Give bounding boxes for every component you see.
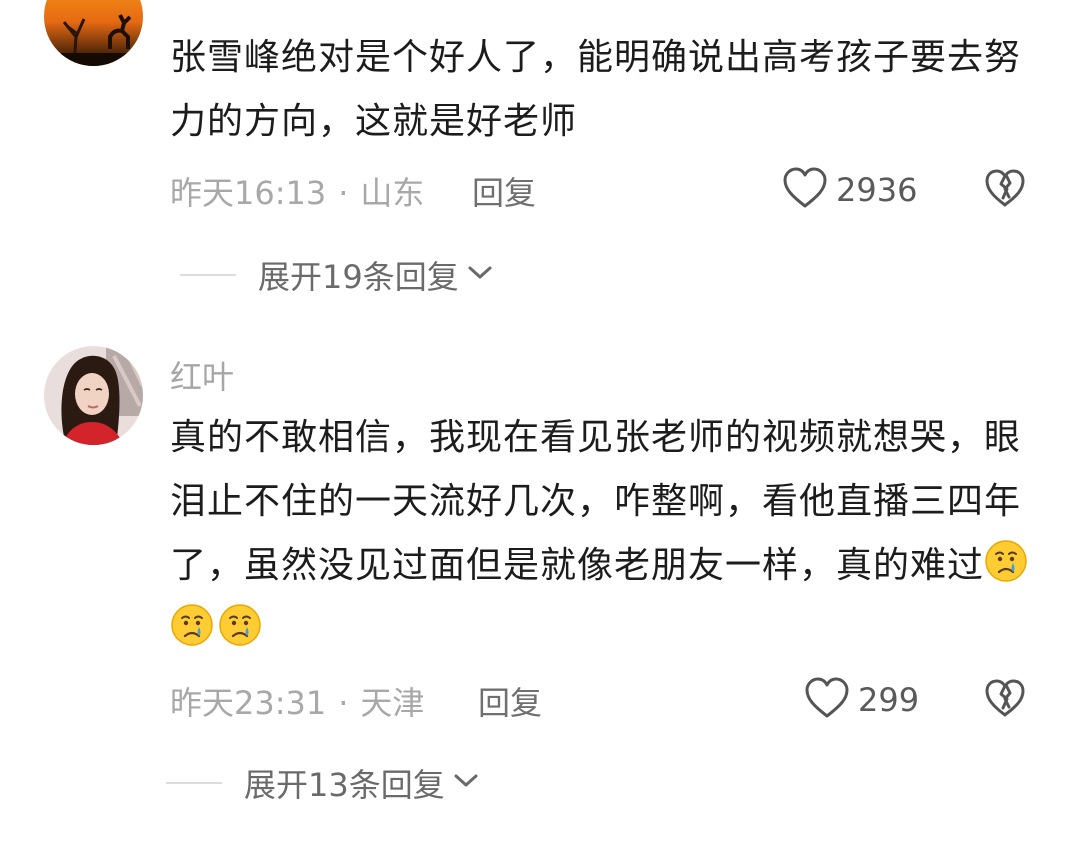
expand-replies-label: 展开13条回复 [244,766,445,804]
comment-location: 山东 [360,174,425,212]
username[interactable]: 红叶 [170,352,234,398]
divider-line [180,274,236,276]
comment-time: 昨天23:31 [170,684,327,722]
crying-face-emoji [984,539,1028,583]
heart-outline-icon [782,166,828,214]
reply-button[interactable]: 回复 [478,678,542,724]
comment-meta: 昨天16:13 · 山东 [170,168,424,214]
expand-replies-button[interactable]: 展开13条回复 [166,760,479,806]
broken-heart-icon [984,679,1026,722]
crying-face-emoji [170,603,214,647]
comment-time: 昨天16:13 [170,174,327,212]
divider-line [166,782,222,784]
comment-item: 张雪峰绝对是个好人了，能明确说出高考孩子要去努力的方向，这就是好老师 昨天16:… [0,0,1080,320]
chevron-down-icon [453,772,479,794]
like-count: 299 [858,681,920,719]
avatar[interactable] [44,346,143,445]
comment-location: 天津 [360,684,425,722]
expand-replies-label: 展开19条回复 [258,258,459,296]
like-button[interactable]: 2936 [782,166,917,214]
like-button[interactable]: 299 [804,676,919,724]
expand-replies-button[interactable]: 展开19条回复 [180,252,493,298]
comment-text: 张雪峰绝对是个好人了，能明确说出高考孩子要去努力的方向，这就是好老师 [170,26,1040,154]
comment-text-content: 张雪峰绝对是个好人了，能明确说出高考孩子要去努力的方向，这就是好老师 [170,37,1022,142]
comment-meta: 昨天23:31 · 天津 [170,678,424,724]
heart-outline-icon [804,676,850,724]
comment-item: 红叶 真的不敢相信，我现在看见张老师的视频就想哭，眼泪止不住的一天流好几次，咋整… [0,320,1080,847]
meta-separator: · [338,684,349,722]
crying-face-emoji [218,603,262,647]
like-count: 2936 [836,171,918,209]
dislike-button[interactable] [984,678,1026,722]
chevron-down-icon [467,264,493,286]
meta-separator: · [338,174,349,212]
comment-text-content: 真的不敢相信，我现在看见张老师的视频就想哭，眼泪止不住的一天流好几次，咋整啊，看… [170,417,1022,586]
reply-button[interactable]: 回复 [472,168,536,214]
comment-text: 真的不敢相信，我现在看见张老师的视频就想哭，眼泪止不住的一天流好几次，咋整啊，看… [170,406,1040,662]
avatar[interactable] [44,0,143,66]
broken-heart-icon [984,169,1026,212]
dislike-button[interactable] [984,168,1026,212]
